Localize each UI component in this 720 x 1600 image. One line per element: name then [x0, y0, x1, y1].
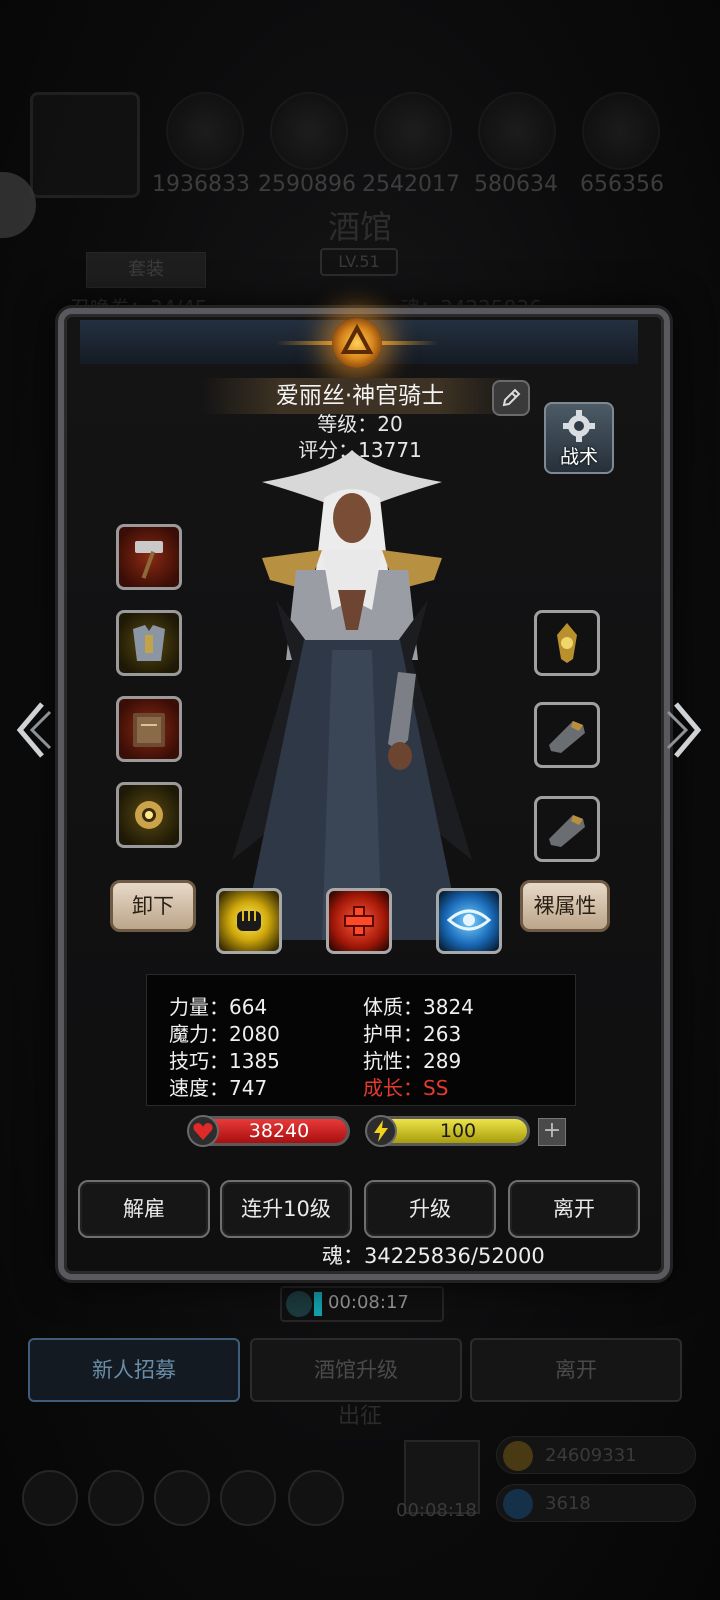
stat-dexterity: 技巧：1385 [169, 1049, 280, 1073]
add-energy-button[interactable]: + [538, 1118, 566, 1146]
tab-leave[interactable]: 离开 [470, 1338, 682, 1402]
menu-button-3[interactable] [154, 1470, 210, 1526]
gauntlet-icon [549, 815, 585, 847]
timer-progress [314, 1292, 322, 1316]
timer-text: 00:08:17 [328, 1292, 409, 1313]
tome-icon [133, 713, 165, 747]
pencil-icon [502, 388, 521, 407]
equip-slot-tome[interactable] [116, 696, 182, 762]
emblem-icon [332, 318, 382, 368]
gold-value: 24609331 [545, 1445, 637, 1466]
resource-value-3: 2542017 [362, 172, 460, 197]
equip-slot-amulet[interactable] [116, 782, 182, 848]
stat-growth: 成长：SS [363, 1076, 449, 1100]
equip-slot-armor[interactable] [116, 610, 182, 676]
resource-value-4: 580634 [474, 172, 558, 197]
gauntlet-icon [549, 721, 585, 753]
stat-constitution: 体质：3824 [363, 995, 474, 1019]
tactics-label: 战术 [559, 446, 598, 468]
sortie-label: 出征 [337, 1404, 382, 1429]
refresh-timer: 00:08:17 [280, 1286, 444, 1322]
skill-slot-1[interactable] [216, 888, 282, 954]
energy-bar: 100 [365, 1115, 530, 1147]
resource-value-2: 2590896 [258, 172, 356, 197]
equip-slot-glove-left[interactable] [534, 702, 600, 768]
leave-button[interactable]: 离开 [508, 1180, 640, 1238]
chest-timer: 00:08:18 [396, 1500, 477, 1521]
menu-button-1[interactable] [22, 1470, 78, 1526]
tavern-title: 酒馆 [327, 208, 392, 246]
resource-slot-1 [166, 92, 244, 170]
stat-strength: 力量：664 [169, 995, 268, 1019]
hero-portrait [212, 440, 512, 960]
clock-icon [286, 1291, 312, 1317]
equip-slot-trinket[interactable] [534, 610, 600, 676]
energy-value: 100 [439, 1120, 477, 1142]
gold-coin-icon [503, 1441, 533, 1471]
equip-slot-weapon[interactable] [116, 524, 182, 590]
heart-icon [187, 1115, 219, 1147]
hero-portrait-frame [30, 92, 140, 198]
fist-icon [237, 911, 261, 931]
hp-bar: 38240 [187, 1115, 350, 1147]
lightning-icon [365, 1115, 397, 1147]
gear-icon [563, 410, 595, 442]
stat-speed: 速度：747 [169, 1076, 268, 1100]
amulet-icon [135, 801, 163, 829]
stats-panel: 力量：664 体质：3824 魔力：2080 护甲：263 技巧：1385 抗性… [146, 974, 576, 1106]
soul-cost: 魂：34225836/52000 [322, 1244, 545, 1268]
eye-icon [447, 909, 491, 931]
tab-tavern-upgrade[interactable]: 酒馆升级 [250, 1338, 462, 1402]
gold-counter: 24609331 [496, 1436, 696, 1474]
stat-magic: 魔力：2080 [169, 1022, 280, 1046]
skill-slot-3[interactable] [436, 888, 502, 954]
unequip-button[interactable]: 卸下 [110, 880, 196, 932]
gem-counter: 3618 [496, 1484, 696, 1522]
resource-slot-5 [582, 92, 660, 170]
previous-hero-arrow-icon[interactable] [12, 700, 52, 760]
menu-button-5[interactable] [288, 1470, 344, 1526]
gem-icon [503, 1489, 533, 1519]
menu-button-4[interactable] [220, 1470, 276, 1526]
stat-resistance: 抗性：289 [363, 1049, 462, 1073]
level-up-10-button[interactable]: 连升10级 [220, 1180, 352, 1238]
resource-slot-4 [478, 92, 556, 170]
base-attributes-button[interactable]: 裸属性 [520, 880, 610, 932]
cross-icon [344, 906, 374, 936]
menu-button-2[interactable] [88, 1470, 144, 1526]
resource-slot-3 [374, 92, 452, 170]
resource-value-5: 656356 [580, 172, 664, 197]
equip-slot-glove-right[interactable] [534, 796, 600, 862]
resource-slot-2 [270, 92, 348, 170]
set-tab: 套装 [86, 252, 206, 288]
resource-value-1: 1936833 [152, 172, 250, 197]
tactics-button[interactable]: 战术 [544, 402, 614, 474]
tavern-level: LV.51 [320, 248, 398, 276]
next-hero-arrow-icon[interactable] [666, 700, 706, 760]
hp-value: 38240 [248, 1120, 310, 1142]
gem-value: 3618 [545, 1493, 591, 1514]
armor-icon [133, 625, 165, 661]
hammer-icon [135, 541, 163, 579]
level-up-button[interactable]: 升级 [364, 1180, 496, 1238]
tab-new-recruit[interactable]: 新人招募 [28, 1338, 240, 1402]
dismiss-button[interactable]: 解雇 [78, 1180, 210, 1238]
skill-slot-2[interactable] [326, 888, 392, 954]
stat-armor: 护甲：263 [363, 1022, 462, 1046]
gold-ornament-icon [557, 623, 577, 663]
